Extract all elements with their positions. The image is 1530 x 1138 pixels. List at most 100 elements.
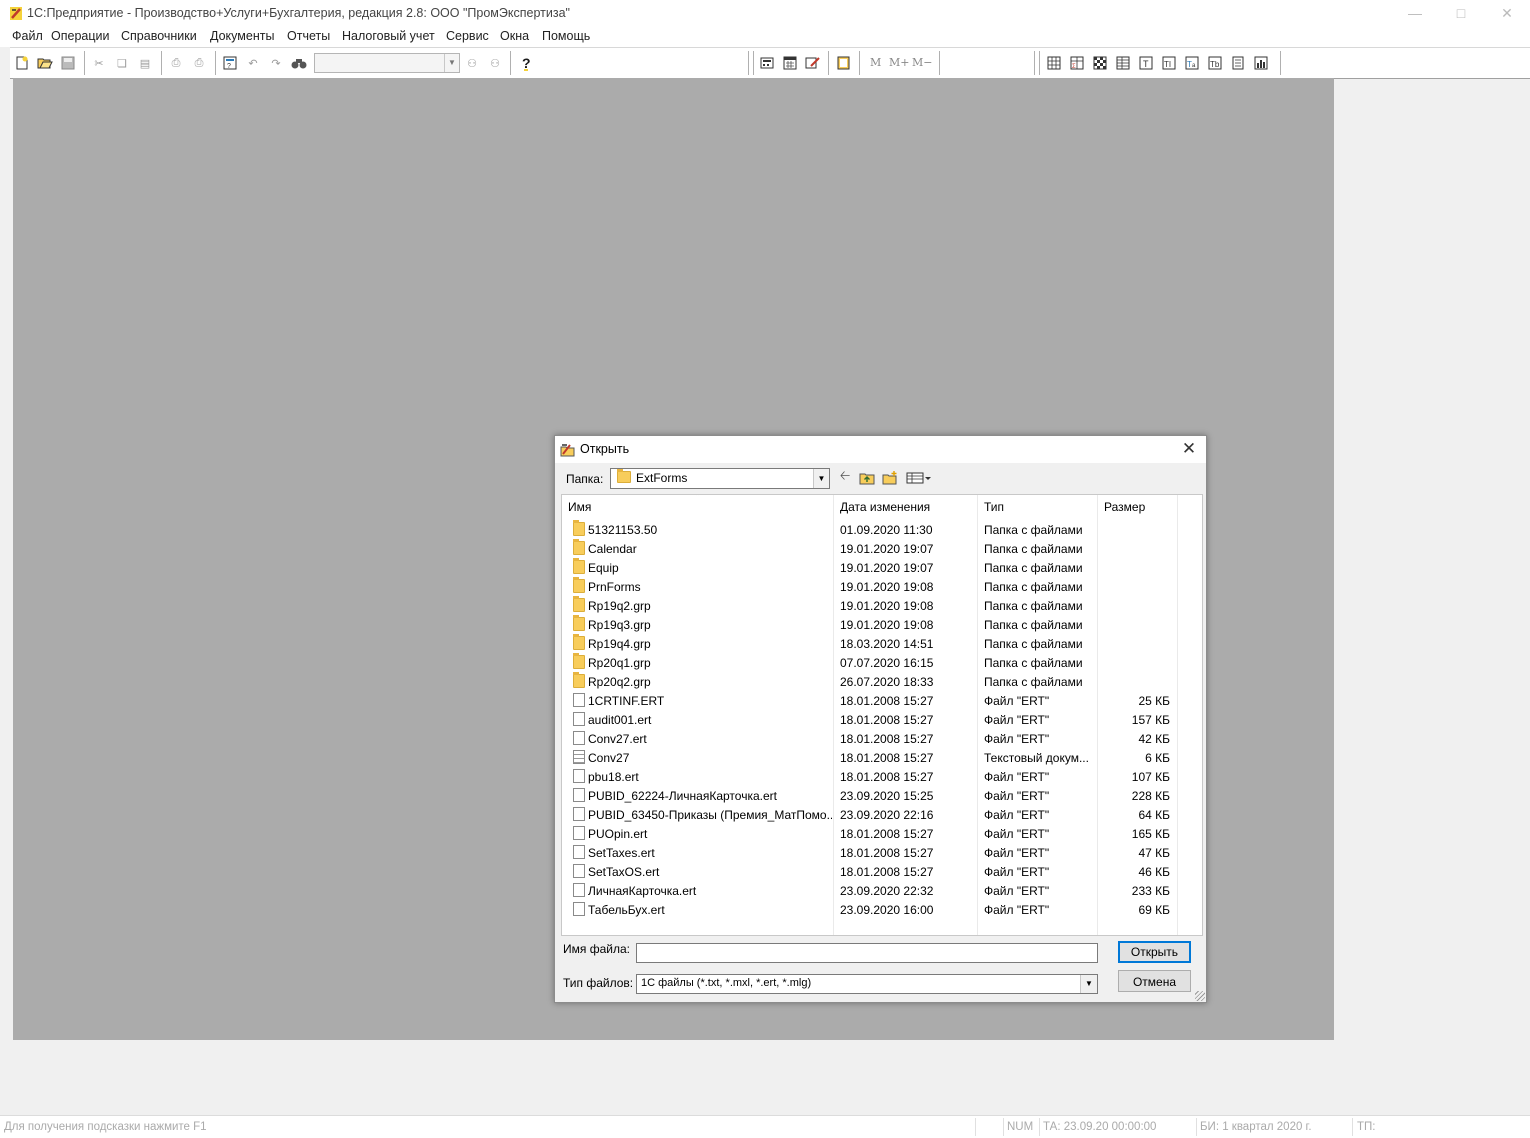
column-size-header[interactable]: Размер xyxy=(1098,495,1178,519)
file-date: 23.09.2020 16:00 xyxy=(840,903,934,917)
view-menu-icon[interactable] xyxy=(905,469,933,487)
status-divider xyxy=(1003,1118,1004,1136)
file-name: Rp20q1.grp xyxy=(588,656,651,670)
file-list[interactable]: Имя ⌃ Дата изменения Тип Размер 51321153… xyxy=(561,494,1203,936)
toolbar-separator xyxy=(859,51,861,75)
open-folder-icon xyxy=(560,444,575,457)
file-type: Папка с файлами xyxy=(984,618,1083,632)
file-row[interactable]: Conv27 18.01.2008 15:27 Текстовый докум...… xyxy=(562,748,1182,767)
memory-m-button[interactable]: M xyxy=(870,56,881,69)
menu-documents[interactable]: Документы xyxy=(210,29,274,43)
search-prev-icon[interactable]: ⚇ xyxy=(486,54,504,72)
text-t-icon[interactable]: T xyxy=(1137,54,1155,72)
file-row[interactable]: PUBID_63450-Приказы (Премия_МатПомо... 23… xyxy=(562,805,1182,824)
menu-file[interactable]: Файл xyxy=(12,29,43,43)
open-icon[interactable] xyxy=(36,54,54,72)
file-row[interactable]: SetTaxes.ert 18.01.2008 15:27 Файл "ERT" 47… xyxy=(562,843,1182,862)
text-tt-icon[interactable]: TI xyxy=(1160,54,1178,72)
menu-service[interactable]: Сервис xyxy=(446,29,489,43)
menu-references[interactable]: Справочники xyxy=(121,29,197,43)
redo-icon[interactable]: ↷ xyxy=(267,54,285,72)
copy-icon[interactable]: ❏ xyxy=(113,54,131,72)
document-icon[interactable] xyxy=(1229,54,1247,72)
open-button[interactable]: Открыть xyxy=(1118,941,1191,963)
menu-windows[interactable]: Окна xyxy=(500,29,529,43)
file-type: Файл "ERT" xyxy=(984,808,1050,822)
find-icon[interactable]: ? xyxy=(221,54,239,72)
table-sum-icon[interactable]: Σ xyxy=(1068,54,1086,72)
new-icon[interactable] xyxy=(13,54,31,72)
file-row[interactable]: Conv27.ert 18.01.2008 15:27 Файл "ERT" 42 К… xyxy=(562,729,1182,748)
column-date-header[interactable]: Дата изменения xyxy=(834,495,978,519)
journal-icon[interactable] xyxy=(804,54,822,72)
binoculars-icon[interactable] xyxy=(290,54,308,72)
file-row[interactable]: pbu18.ert 18.01.2008 15:27 Файл "ERT" 107 К… xyxy=(562,767,1182,786)
file-row[interactable]: Rp19q3.grp 19.01.2020 19:08 Папка с файлам… xyxy=(562,615,1182,634)
close-icon[interactable]: ✕ xyxy=(1178,439,1200,459)
menu-help[interactable]: Помощь xyxy=(542,29,590,43)
file-row[interactable]: PUBID_62224-ЛичнаяКарточка.ert 23.09.2020… xyxy=(562,786,1182,805)
file-name: Calendar xyxy=(588,542,637,556)
new-folder-icon[interactable] xyxy=(881,469,899,487)
folder-select[interactable]: ExtForms ▼ xyxy=(610,468,830,489)
folder-icon xyxy=(573,520,585,536)
help-icon[interactable]: ? xyxy=(518,54,536,72)
text-ta-icon[interactable]: Ta xyxy=(1183,54,1201,72)
menu-operations[interactable]: Операции xyxy=(51,29,109,43)
file-name: Rp19q2.grp xyxy=(588,599,651,613)
back-arrow-icon[interactable]: 🡠 xyxy=(836,468,854,487)
close-window-button[interactable]: ✕ xyxy=(1484,0,1530,27)
book-icon[interactable] xyxy=(835,54,853,72)
text-tb-icon[interactable]: Tb xyxy=(1206,54,1224,72)
search-next-icon[interactable]: ⚇ xyxy=(463,54,481,72)
checkerboard-icon[interactable] xyxy=(1091,54,1109,72)
file-row[interactable]: 1CRTINF.ERT 18.01.2008 15:27 Файл "ERT" 25 … xyxy=(562,691,1182,710)
table-icon[interactable] xyxy=(1045,54,1063,72)
file-row[interactable]: Calendar 19.01.2020 19:07 Папка с файлами xyxy=(562,539,1182,558)
chevron-down-icon[interactable]: ▼ xyxy=(1080,975,1097,993)
cut-icon[interactable]: ✂ xyxy=(90,54,108,72)
file-row[interactable]: Rp19q2.grp 19.01.2020 19:08 Папка с файлам… xyxy=(562,596,1182,615)
memory-m-minus-button[interactable]: M− xyxy=(912,56,932,69)
cancel-button[interactable]: Отмена xyxy=(1118,970,1191,992)
file-size: 64 КБ xyxy=(1138,808,1170,822)
save-icon[interactable] xyxy=(59,54,77,72)
chevron-down-icon[interactable]: ▼ xyxy=(813,469,829,488)
print-preview-icon[interactable]: ⎙ xyxy=(190,54,208,72)
file-row[interactable]: ТабельБух.ert 23.09.2020 16:00 Файл "ERT" 6… xyxy=(562,900,1182,919)
file-row[interactable]: PrnForms 19.01.2020 19:08 Папка с файлами xyxy=(562,577,1182,596)
print-icon[interactable]: ⎙ xyxy=(167,54,185,72)
file-date: 18.01.2008 15:27 xyxy=(840,865,934,879)
filetype-select[interactable]: 1С файлы (*.txt, *.mxl, *.ert, *.mlg) ▼ xyxy=(636,974,1098,994)
menu-reports[interactable]: Отчеты xyxy=(287,29,330,43)
column-type-header[interactable]: Тип xyxy=(978,495,1098,519)
calculator-icon[interactable] xyxy=(758,54,776,72)
file-row[interactable]: ЛичнаяКарточка.ert 23.09.2020 22:32 Файл "… xyxy=(562,881,1182,900)
up-folder-icon[interactable] xyxy=(858,469,876,487)
maximize-button[interactable]: □ xyxy=(1438,0,1484,27)
filename-field[interactable] xyxy=(636,943,1098,963)
paste-icon[interactable]: ▤ xyxy=(136,54,154,72)
memory-m-plus-button[interactable]: M+ xyxy=(889,56,909,69)
menu-tax-accounting[interactable]: Налоговый учет xyxy=(342,29,435,43)
file-row[interactable]: audit001.ert 18.01.2008 15:27 Файл "ERT" 15… xyxy=(562,710,1182,729)
chart-report-icon[interactable] xyxy=(1252,54,1270,72)
file-row[interactable]: Rp19q4.grp 18.03.2020 14:51 Папка с файлам… xyxy=(562,634,1182,653)
file-row[interactable]: PUOpin.ert 18.01.2008 15:27 Файл "ERT" 165 … xyxy=(562,824,1182,843)
file-row[interactable]: Rp20q1.grp 07.07.2020 16:15 Папка с файлам… xyxy=(562,653,1182,672)
file-size: 228 КБ xyxy=(1131,789,1170,803)
filename-input[interactable] xyxy=(637,944,1097,960)
file-row[interactable]: Rp20q2.grp 26.07.2020 18:33 Папка с файлам… xyxy=(562,672,1182,691)
minimize-button[interactable]: — xyxy=(1392,0,1438,27)
table-rows-icon[interactable] xyxy=(1114,54,1132,72)
undo-icon[interactable]: ↶ xyxy=(244,54,262,72)
file-row[interactable]: Equip 19.01.2020 19:07 Папка с файлами xyxy=(562,558,1182,577)
file-row[interactable]: 51321153.50 01.09.2020 11:30 Папка с файла… xyxy=(562,520,1182,539)
chevron-down-icon[interactable]: ▼ xyxy=(444,54,459,72)
file-size: 107 КБ xyxy=(1131,770,1170,784)
resize-grip-icon[interactable] xyxy=(1195,991,1205,1001)
search-combo[interactable]: ▼ xyxy=(314,53,460,73)
file-date: 18.01.2008 15:27 xyxy=(840,694,934,708)
file-row[interactable]: SetTaxOS.ert 18.01.2008 15:27 Файл "ERT" 46… xyxy=(562,862,1182,881)
calendar-icon[interactable] xyxy=(781,54,799,72)
